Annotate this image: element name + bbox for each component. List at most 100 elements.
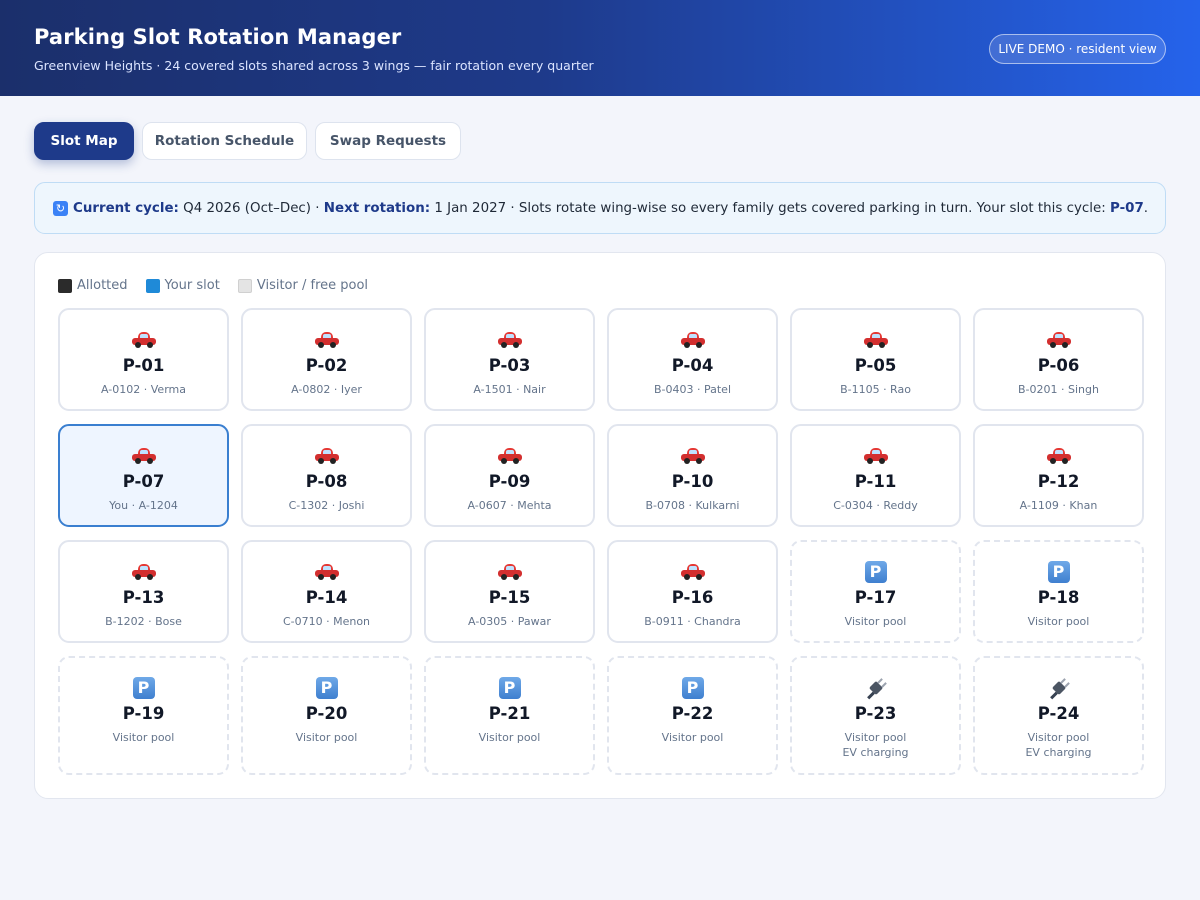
legend-allotted: Allotted [58,278,128,293]
slot-occupant: Visitor pool [1027,731,1090,744]
cycle-info-banner: ↻ Current cycle: Q4 2026 (Oct–Dec) · Nex… [34,182,1166,234]
page-subtitle: Greenview Heights · 24 covered slots sha… [34,58,594,73]
slot-occupant: Visitor pool [844,615,907,628]
slot-occupant: A-1109 · Khan [1019,499,1098,512]
your-slot-swatch-icon [145,278,160,293]
slot-code: P-07 [122,472,165,491]
slot-card[interactable]: P P-17 Visitor pool [790,540,961,643]
slot-occupant: A-0305 · Pawar [468,615,551,628]
slot-occupant: A-1501 · Nair [473,383,546,396]
slot-card[interactable]: P-12 A-1109 · Khan [973,424,1144,527]
slot-code: P-01 [122,356,165,375]
parking-icon: P [792,561,959,583]
slot-card[interactable]: P-01 A-0102 · Verma [58,308,229,411]
app-header: Parking Slot Rotation Manager Greenview … [0,0,1200,96]
slot-code: P-14 [305,588,348,607]
slot-code: P-02 [305,356,348,375]
slot-code: P-10 [671,472,714,491]
slot-card[interactable]: P P-18 Visitor pool [973,540,1144,643]
slot-card[interactable]: P-06 B-0201 · Singh [973,308,1144,411]
slot-card[interactable]: P-08 C-1302 · Joshi [241,424,412,527]
car-icon [975,445,1142,467]
slot-code: P-22 [671,704,714,723]
current-cycle-value: Q4 2026 (Oct–Dec) · [183,200,320,216]
slot-card[interactable]: P-15 A-0305 · Pawar [424,540,595,643]
slot-card[interactable]: P-10 B-0708 · Kulkarni [607,424,778,527]
slot-card[interactable]: P-04 B-0403 · Patel [607,308,778,411]
slot-ev-note: EV charging [1025,746,1092,759]
slot-occupant: A-0102 · Verma [101,383,186,396]
parking-icon: P [609,677,776,699]
car-icon [609,445,776,467]
slot-card[interactable]: P P-21 Visitor pool [424,656,595,775]
your-slot-highlight: P-07 [1110,200,1144,216]
slot-code: P-12 [1037,472,1080,491]
tab-swap-requests[interactable]: Swap Requests [315,122,461,160]
car-icon [792,445,959,467]
slot-card[interactable]: P-03 A-1501 · Nair [424,308,595,411]
slot-code: P-04 [671,356,714,375]
car-icon [243,445,410,467]
tab-slot-map[interactable]: Slot Map [34,122,134,160]
slot-occupant: Visitor pool [844,731,907,744]
slot-card[interactable]: P P-19 Visitor pool [58,656,229,775]
car-icon [792,329,959,351]
slot-occupant: C-1302 · Joshi [288,499,365,512]
slot-card[interactable]: P-14 C-0710 · Menon [241,540,412,643]
slot-occupant: B-0911 · Chandra [644,615,741,628]
slot-code: P-18 [1037,588,1080,607]
slot-occupant: A-0607 · Mehta [467,499,552,512]
slot-card[interactable]: P-13 B-1202 · Bose [58,540,229,643]
slot-code: P-06 [1037,356,1080,375]
car-icon [243,561,410,583]
slot-occupant: Visitor pool [112,731,175,744]
slot-occupant: A-0802 · Iyer [291,383,362,396]
slot-occupant: B-1202 · Bose [105,615,182,628]
legend-allotted-label: Allotted [77,278,128,293]
legend-your-slot-label: Your slot [164,278,220,293]
tab-rotation-schedule[interactable]: Rotation Schedule [142,122,307,160]
live-demo-badge: LIVE DEMO · resident view [989,34,1166,64]
slot-occupant: C-0710 · Menon [282,615,371,628]
slot-code: P-24 [1037,704,1080,723]
legend-free-pool: Visitor / free pool [237,278,368,293]
parking-icon: P [975,561,1142,583]
slot-code: P-13 [122,588,165,607]
slot-card[interactable]: P-07 You · A-1204 [58,424,229,527]
refresh-icon: ↻ [53,200,68,216]
slot-code: P-23 [854,704,897,723]
slot-card[interactable]: P P-20 Visitor pool [241,656,412,775]
next-rotation-value: 1 Jan 2027 · Slots rotate wing-wise so e… [434,200,1106,216]
slot-card[interactable]: P-05 B-1105 · Rao [790,308,961,411]
slot-occupant: Visitor pool [661,731,724,744]
slot-occupant: C-0304 · Reddy [833,499,918,512]
slot-code: P-11 [854,472,897,491]
car-icon [60,445,227,467]
car-icon [426,445,593,467]
slot-code: P-17 [854,588,897,607]
parking-icon: P [60,677,227,699]
slot-card[interactable]: P-09 A-0607 · Mehta [424,424,595,527]
slot-card[interactable]: P-23 Visitor pool EV charging [790,656,961,775]
slot-occupant: B-0403 · Patel [653,383,732,396]
slot-occupant: Visitor pool [478,731,541,744]
car-icon [426,329,593,351]
slot-card[interactable]: P-24 Visitor pool EV charging [973,656,1144,775]
car-icon [60,561,227,583]
car-icon [243,329,410,351]
slot-code: P-19 [122,704,165,723]
slot-occupant: Visitor pool [1027,615,1090,628]
slot-occupant: B-0201 · Singh [1018,383,1099,396]
allotted-swatch-icon [58,278,72,293]
ev-plug-icon [792,677,959,700]
slot-card[interactable]: P-02 A-0802 · Iyer [241,308,412,411]
car-icon [609,329,776,351]
slot-card[interactable]: P P-22 Visitor pool [607,656,778,775]
slot-card[interactable]: P-11 C-0304 · Reddy [790,424,961,527]
slot-code: P-16 [671,588,714,607]
slot-code: P-08 [305,472,348,491]
slot-code: P-09 [488,472,531,491]
slot-card[interactable]: P-16 B-0911 · Chandra [607,540,778,643]
next-rotation-label: Next rotation: [323,200,431,216]
car-icon [609,561,776,583]
